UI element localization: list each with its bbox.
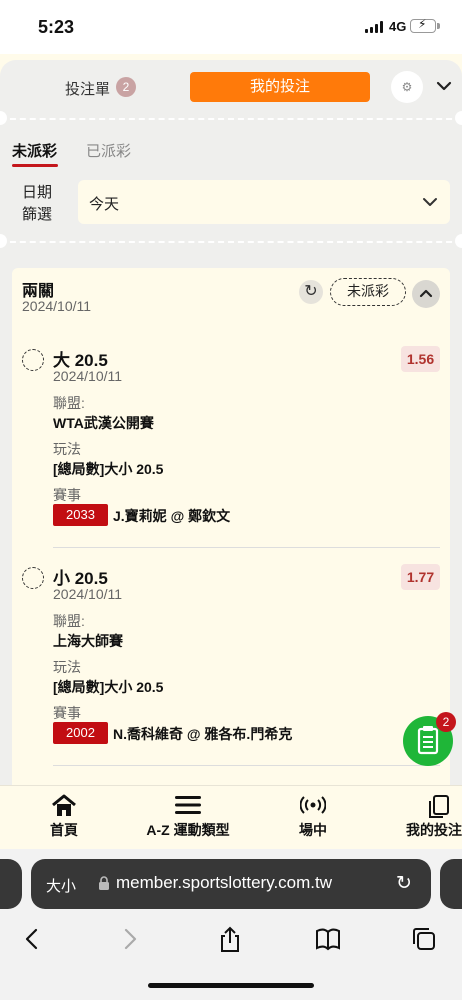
menu-icon [134, 786, 242, 816]
tabs-icon[interactable] [410, 925, 438, 953]
event-label: 賽事 [53, 487, 81, 503]
gear-icon: ⚙ [401, 80, 413, 94]
league-label: 聯盟: [53, 395, 85, 411]
chevron-down-icon[interactable] [434, 76, 454, 96]
nav-sports[interactable]: A-Z 運動類型 [134, 786, 242, 850]
parlay-bet-card: 兩關 2024/10/11 ↻ 未派彩 大 20.5 2024/10/11 1.… [12, 268, 450, 785]
market-value: [總局數]大小 20.5 [53, 461, 164, 477]
signal-icon [365, 21, 383, 33]
notch [455, 234, 462, 248]
market-label: 玩法 [53, 441, 81, 457]
nav-my-bets[interactable]: 我的投注 [404, 786, 462, 850]
leg-odds: 1.77 [401, 564, 440, 590]
nav-home-label: 首頁 [50, 822, 78, 838]
nav-live-label: 場中 [299, 822, 327, 838]
market-value: [總局數]大小 20.5 [53, 679, 164, 695]
reload-icon[interactable]: ↻ [396, 872, 412, 895]
clock: 5:23 [38, 17, 75, 37]
pending-status-icon [22, 349, 44, 371]
betslip-fab-badge: 2 [436, 712, 456, 732]
previous-tab-preview[interactable] [0, 859, 22, 909]
divider [53, 547, 440, 548]
pending-status-icon [22, 567, 44, 589]
tab-unsettled[interactable]: 未派彩 [12, 140, 57, 161]
date-filter-label: 日期篩選 [22, 184, 53, 223]
leg-date: 2024/10/11 [53, 368, 123, 384]
league-value: 上海大師賽 [53, 633, 123, 649]
nav-live[interactable]: 場中 [283, 786, 343, 850]
home-icon [34, 786, 94, 816]
refresh-button[interactable]: ↻ [299, 280, 323, 304]
bet-leg: 大 20.5 2024/10/11 1.56 聯盟: WTA武漢公開賽 玩法 [… [12, 343, 450, 533]
game-id-badge: 2033 [53, 504, 108, 526]
game-id-badge: 2002 [53, 722, 108, 744]
next-tab-preview[interactable] [440, 859, 462, 909]
betslip-tab[interactable]: 投注單 [65, 78, 110, 99]
panel-header: 投注單 2 我的投注 ⚙ [0, 60, 462, 114]
tab-settled[interactable]: 已派彩 [86, 140, 131, 161]
bet-leg: 小 20.5 2024/10/11 1.77 聯盟: 上海大師賽 玩法 [總局數… [12, 561, 450, 751]
betslip-count-badge: 2 [116, 77, 136, 97]
divider [53, 765, 440, 766]
active-tab-indicator [12, 164, 58, 167]
league-label: 聯盟: [53, 613, 85, 629]
league-value: WTA武漢公開賽 [53, 415, 154, 431]
collapse-card-button[interactable] [412, 280, 440, 308]
leg-date: 2024/10/11 [53, 586, 123, 602]
match-value: J.寶莉妮 @ 鄭欽文 [113, 508, 231, 524]
chevron-down-icon [423, 198, 437, 206]
nav-sports-label: A-Z 運動類型 [146, 822, 230, 838]
status-bar: 5:23 4G ⚡ [0, 0, 462, 54]
notch [0, 234, 7, 248]
settings-button[interactable]: ⚙ [391, 71, 423, 103]
home-indicator [148, 983, 314, 988]
text-size-button[interactable]: 大小 [46, 875, 76, 896]
event-label: 賽事 [53, 705, 81, 721]
bet-date: 2024/10/11 [22, 298, 92, 314]
date-filter-select[interactable]: 今天 [78, 180, 450, 224]
refresh-icon: ↻ [304, 283, 318, 300]
back-icon[interactable] [18, 925, 46, 953]
live-icon [283, 786, 343, 816]
market-label: 玩法 [53, 659, 81, 675]
forward-icon[interactable] [116, 925, 144, 953]
divider [0, 241, 462, 243]
address-bar[interactable]: 大小 member.sportslottery.com.tw ↻ [31, 859, 431, 909]
divider [0, 118, 462, 120]
bookmarks-icon[interactable] [314, 925, 342, 953]
nav-my-bets-label: 我的投注 [406, 822, 462, 838]
copy-icon [404, 786, 462, 818]
nav-home[interactable]: 首頁 [34, 786, 94, 850]
leg-odds: 1.56 [401, 346, 440, 372]
notch [455, 111, 462, 125]
share-icon[interactable] [216, 925, 244, 953]
match-value: N.喬科維奇 @ 雅各布.門希克 [113, 726, 293, 742]
my-bets-button[interactable]: 我的投注 [190, 72, 370, 102]
bottom-nav: 首頁 A-Z 運動類型 場中 我的投注 [0, 785, 462, 849]
date-filter-value: 今天 [89, 196, 120, 213]
chevron-up-icon [419, 289, 433, 298]
bet-status-badge: 未派彩 [330, 278, 406, 306]
network-label: 4G [389, 19, 407, 34]
browser-toolbar: 大小 member.sportslottery.com.tw ↻ [0, 849, 462, 1000]
battery-icon: ⚡ [410, 17, 440, 33]
lock-icon [99, 876, 109, 890]
url-text: member.sportslottery.com.tw [116, 873, 333, 892]
my-bets-panel: 投注單 2 我的投注 ⚙ 未派彩 已派彩 日期篩選 今天 兩關 2024/10/… [0, 60, 462, 785]
